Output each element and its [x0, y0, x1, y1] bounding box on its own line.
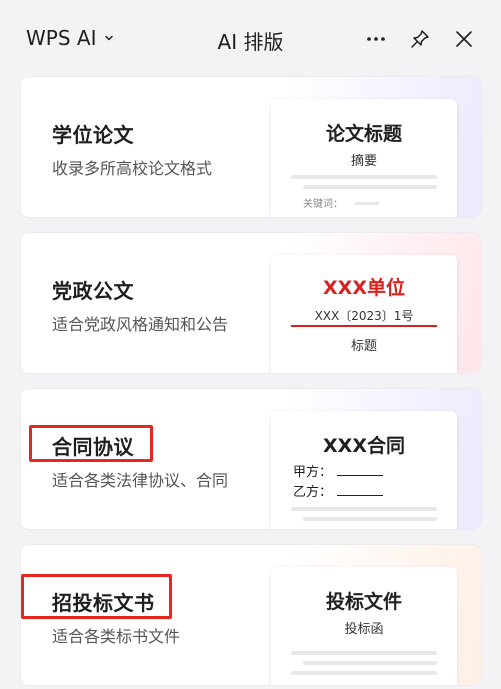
text-line: [303, 661, 437, 665]
party-b-line: [337, 495, 383, 496]
tender-preview: 投标文件 投标函: [271, 567, 457, 685]
text-line: [291, 175, 437, 179]
text-line: [291, 651, 437, 655]
contract-preview: XXX合同 甲方： 乙方：: [271, 411, 457, 529]
card-description: 适合各类法律协议、合同: [52, 471, 229, 490]
card-description: 适合党政风格通知和公告: [52, 315, 229, 334]
preview-title: XXX合同: [323, 435, 405, 457]
preview-subtitle: 投标函: [344, 622, 384, 637]
preview-title: 论文标题: [325, 123, 402, 145]
preview-subtitle: 摘要: [350, 154, 377, 169]
preview-keyword: 关键词：: [303, 199, 343, 210]
preview-doc-number: XXX〔2023〕1号: [314, 309, 414, 323]
card-title: 合同协议: [52, 435, 134, 459]
more-icon[interactable]: [365, 28, 387, 50]
card-description: 适合各类标书文件: [52, 627, 181, 646]
thesis-preview: 论文标题 摘要 关键词：: [271, 99, 457, 217]
text-line: [355, 202, 379, 205]
card-title: 学位论文: [52, 123, 134, 147]
text-line: [303, 185, 437, 189]
text-line: [303, 517, 437, 521]
close-icon[interactable]: [453, 28, 475, 50]
card-title: 招投标文书: [52, 591, 155, 615]
party-a-line: [337, 475, 383, 476]
text-line: [291, 671, 437, 675]
red-divider: [291, 325, 437, 327]
preview-title: XXX单位: [323, 277, 405, 299]
panel-header: WPS AI AI 排版: [0, 0, 501, 80]
card-official-document[interactable]: 党政公文 适合党政风格通知和公告 XXX单位 XXX〔2023〕1号 标题: [21, 233, 481, 373]
party-b-label: 乙方：: [293, 485, 333, 500]
official-preview: XXX单位 XXX〔2023〕1号 标题: [271, 255, 457, 373]
text-line: [291, 507, 437, 511]
party-a-label: 甲方：: [293, 465, 333, 480]
card-title: 党政公文: [52, 279, 134, 303]
card-contract[interactable]: 合同协议 适合各类法律协议、合同 XXX合同 甲方： 乙方：: [21, 389, 481, 529]
card-thesis[interactable]: 学位论文 收录多所高校论文格式 论文标题 摘要 关键词：: [21, 77, 481, 217]
ai-layout-panel: WPS AI AI 排版 学位论文 收录多所高校论文格式 论文标题 摘要 关键词…: [0, 0, 501, 689]
card-tender[interactable]: 招投标文书 适合各类标书文件 投标文件 投标函: [21, 545, 481, 685]
preview-subtitle: 标题: [350, 339, 377, 354]
pin-icon[interactable]: [409, 28, 431, 50]
preview-title: 投标文件: [325, 591, 402, 613]
card-description: 收录多所高校论文格式: [52, 159, 213, 178]
